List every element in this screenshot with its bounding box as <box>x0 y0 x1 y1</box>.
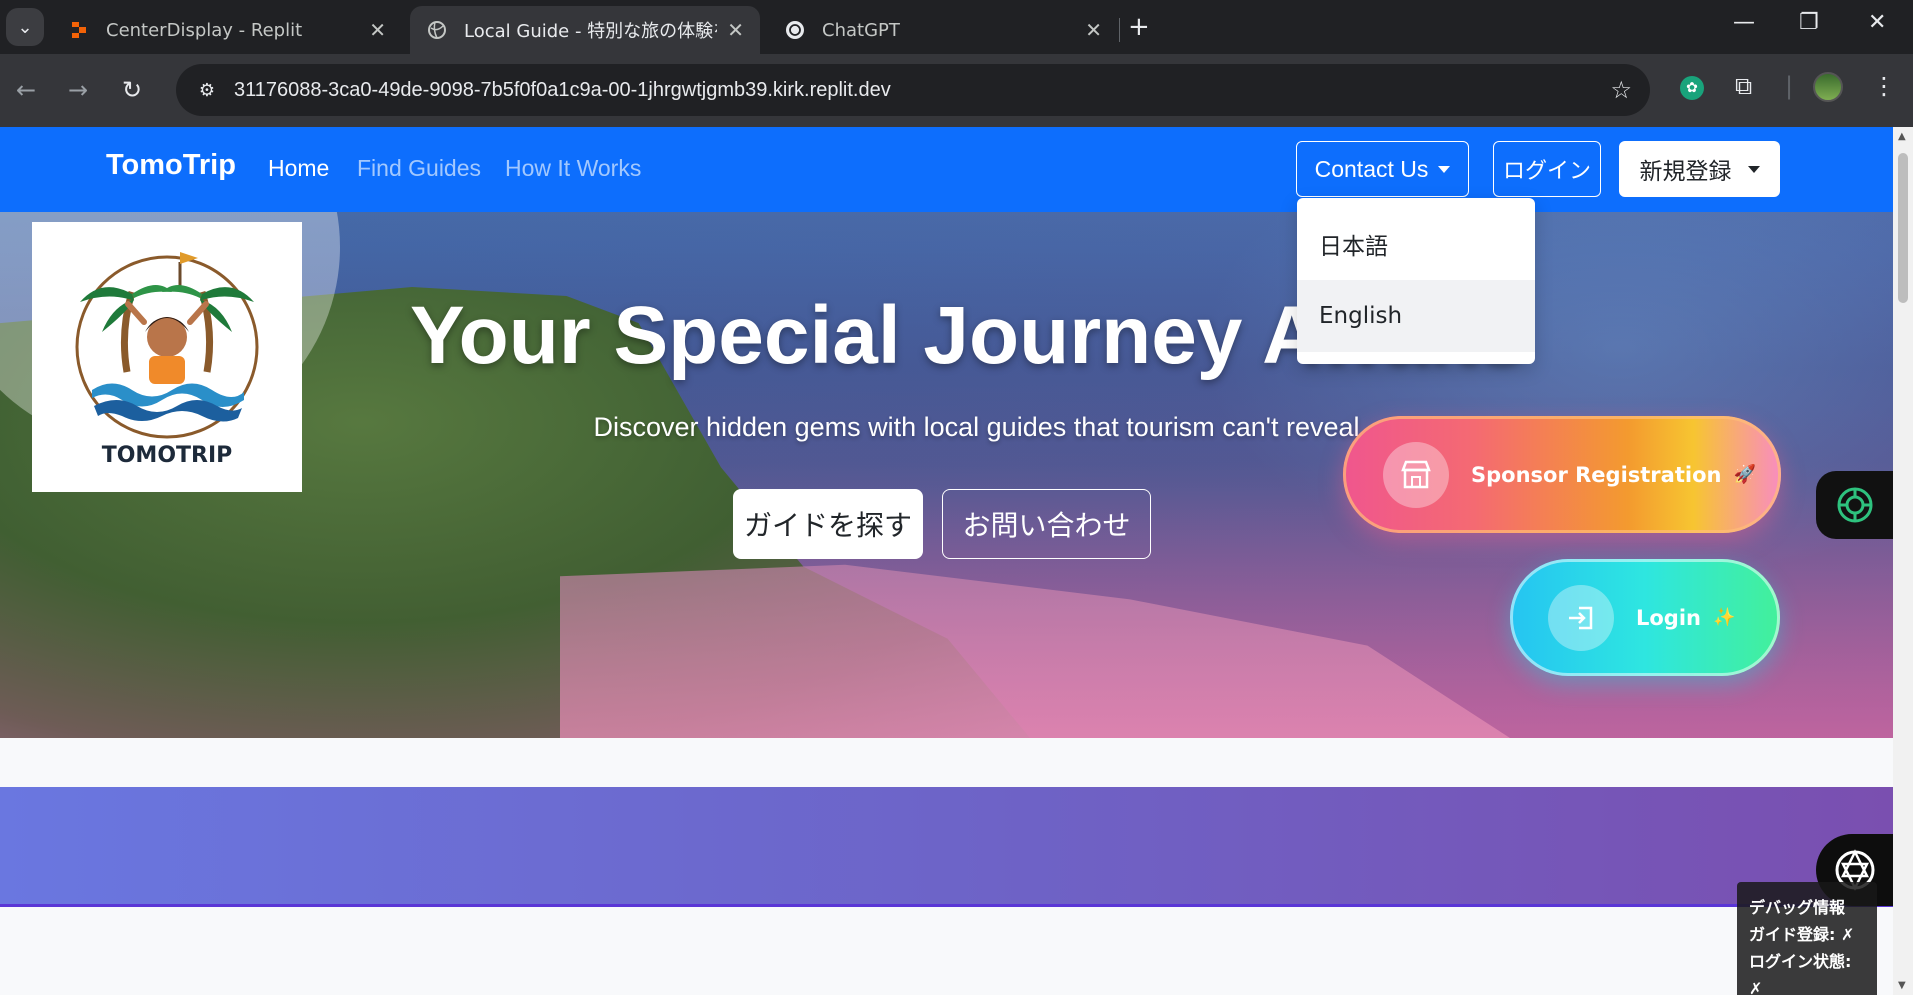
close-tab-icon[interactable]: ✕ <box>369 18 386 42</box>
close-tab-icon[interactable]: ✕ <box>727 18 744 42</box>
brand-logo[interactable]: TomoTrip <box>106 149 236 182</box>
nav-how-it-works[interactable]: How It Works <box>505 155 641 182</box>
sparkles-icon: ✨ <box>1713 607 1736 628</box>
tab-title: ChatGPT <box>822 19 900 41</box>
language-dropdown-menu: 日本語 English <box>1297 198 1535 364</box>
browser-tab-replit[interactable]: CenterDisplay - Replit ✕ <box>52 6 402 54</box>
scroll-up-icon[interactable]: ▲ <box>1898 131 1906 142</box>
bookmark-star-icon[interactable]: ☆ <box>1610 76 1632 104</box>
new-tab-icon[interactable]: + <box>1128 12 1150 42</box>
url-text[interactable]: 31176088-3ca0-49de-9098-7b5f0f0a1c9a-00-… <box>234 79 1650 102</box>
close-tab-icon[interactable]: ✕ <box>1085 18 1102 42</box>
tomotrip-logo[interactable]: TOMOTRIP <box>32 222 302 492</box>
page-scrollbar[interactable]: ▲ ▼ <box>1893 127 1913 995</box>
floating-login-button[interactable]: Login ✨ <box>1510 559 1780 676</box>
globe-icon <box>426 19 448 41</box>
tab-search-button[interactable]: ⌄ <box>6 8 44 46</box>
close-window-icon[interactable]: ✕ <box>1868 10 1886 35</box>
chatgpt-extension-icon[interactable]: ✿ <box>1680 76 1704 100</box>
browser-tab-local-guide[interactable]: Local Guide - 特別な旅の体験を ✕ <box>410 6 760 54</box>
reload-icon[interactable]: ↻ <box>122 76 142 104</box>
restore-icon[interactable]: ❐ <box>1799 10 1819 35</box>
scroll-down-icon[interactable]: ▼ <box>1898 980 1906 991</box>
address-bar[interactable]: ⚙ 31176088-3ca0-49de-9098-7b5f0f0a1c9a-0… <box>176 64 1650 116</box>
sponsor-registration-button[interactable]: Sponsor Registration 🚀 <box>1343 416 1781 533</box>
browser-toolbar: ← → ↻ ⚙ 31176088-3ca0-49de-9098-7b5f0f0a… <box>0 54 1913 127</box>
gradient-section <box>0 787 1893 907</box>
contact-us-label: Contact Us <box>1314 155 1429 182</box>
browser-menu-icon[interactable]: ⋮ <box>1872 72 1896 100</box>
inquiry-button[interactable]: お問い合わせ <box>942 489 1151 559</box>
openai-icon <box>784 19 806 41</box>
contact-us-dropdown[interactable]: Contact Us <box>1296 141 1469 197</box>
tab-separator <box>1119 18 1120 42</box>
login-button[interactable]: ログイン <box>1493 141 1601 197</box>
caret-down-icon <box>1747 165 1760 173</box>
replit-icon <box>68 19 90 41</box>
rocket-icon: 🚀 <box>1733 464 1756 485</box>
browser-tab-chatgpt[interactable]: ChatGPT ✕ <box>768 6 1118 54</box>
toolbar-divider: | <box>1785 72 1794 100</box>
hero-section: TOMOTRIP Your Special Journey Awaits Dis… <box>0 127 1893 738</box>
nav-find-guides[interactable]: Find Guides <box>357 155 481 182</box>
logo-text: TOMOTRIP <box>102 443 233 468</box>
back-icon[interactable]: ← <box>16 76 36 104</box>
find-guide-button[interactable]: ガイドを探す <box>733 489 923 559</box>
extensions-icon[interactable]: ⧉ <box>1735 72 1752 100</box>
tab-title: CenterDisplay - Replit <box>106 19 303 41</box>
storefront-icon <box>1383 441 1449 508</box>
minimize-icon[interactable]: — <box>1733 10 1755 35</box>
page-viewport: TOMOTRIP Your Special Journey Awaits Dis… <box>0 127 1893 995</box>
browser-tab-strip: ⌄ CenterDisplay - Replit ✕ Local Guide -… <box>0 0 1913 54</box>
floating-login-label: Login <box>1636 605 1701 630</box>
register-dropdown[interactable]: 新規登録 <box>1619 141 1780 197</box>
sign-in-icon <box>1548 584 1614 651</box>
caret-down-icon <box>1438 165 1451 173</box>
debug-info-panel: デバッグ情報 ガイド登録: ✗ ログイン状態: ✗ <box>1737 882 1877 995</box>
site-info-icon[interactable]: ⚙ <box>192 75 222 105</box>
tab-title: Local Guide - 特別な旅の体験を <box>464 21 718 42</box>
register-label: 新規登録 <box>1639 159 1732 185</box>
profile-avatar[interactable] <box>1813 72 1843 102</box>
scroll-thumb[interactable] <box>1898 153 1908 303</box>
chatgpt-sidebar-icon[interactable] <box>1816 471 1893 539</box>
nav-home[interactable]: Home <box>268 155 329 182</box>
site-navbar: TomoTrip Home Find Guides How It Works C… <box>0 127 1893 212</box>
language-option-japanese[interactable]: 日本語 <box>1297 208 1535 280</box>
debug-title: デバッグ情報 <box>1749 898 1846 917</box>
debug-guide-status: ガイド登録: ✗ <box>1749 925 1855 944</box>
debug-login-status: ログイン状態: ✗ <box>1749 952 1852 995</box>
language-option-english[interactable]: English <box>1297 280 1535 352</box>
sponsor-registration-label: Sponsor Registration <box>1471 462 1722 487</box>
forward-icon[interactable]: → <box>68 76 88 104</box>
